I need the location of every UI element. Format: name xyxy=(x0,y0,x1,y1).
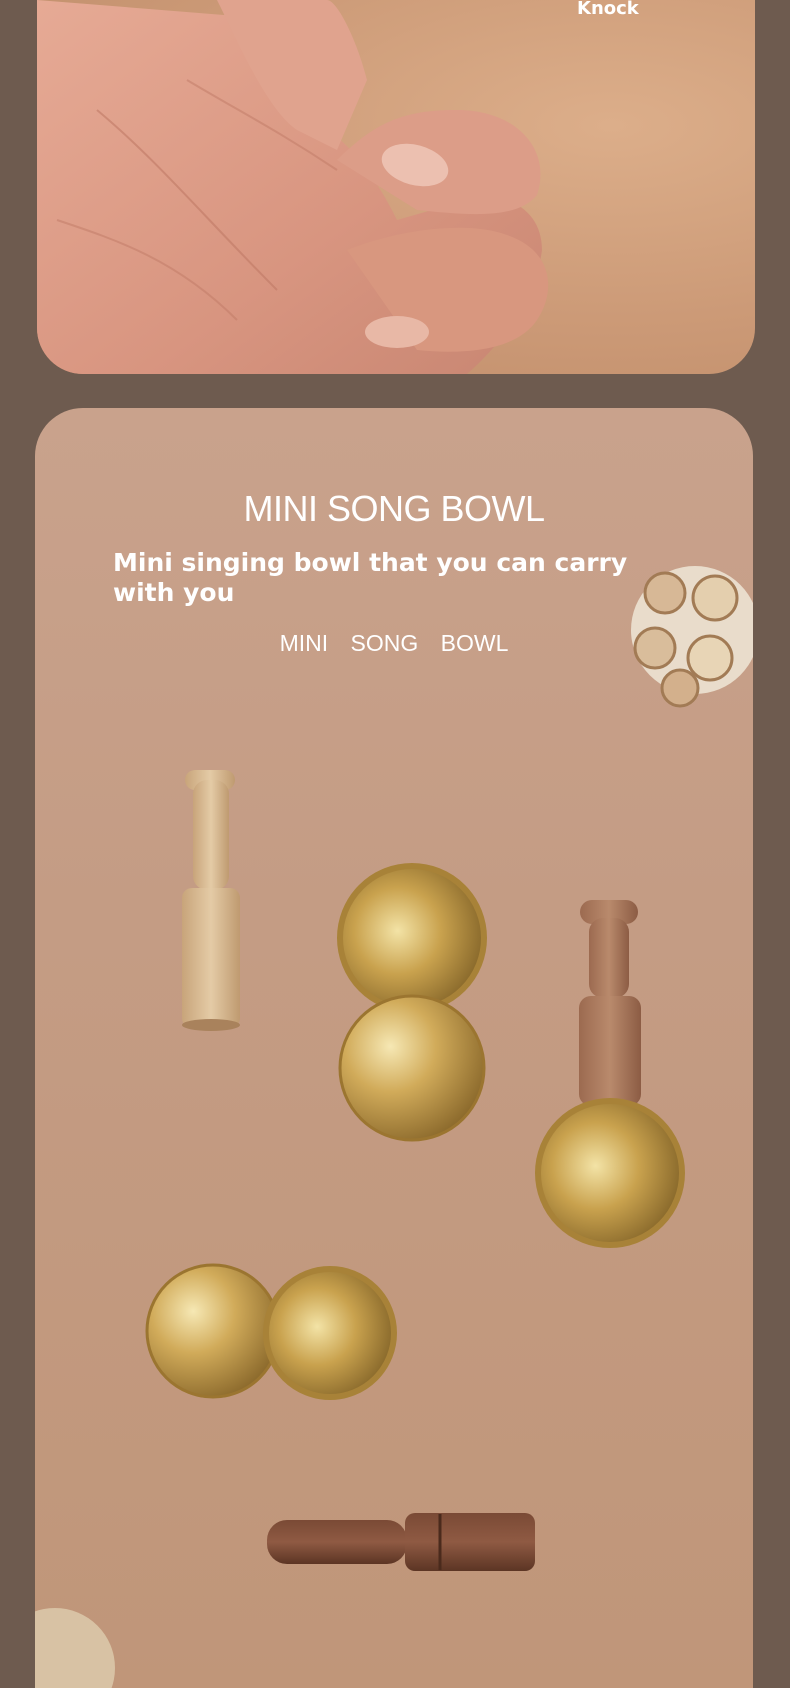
product-photo-panel: MINI SONG BOWL Mini singing bowl that yo… xyxy=(35,408,753,1688)
stone xyxy=(35,1608,115,1688)
product-subtitle: Mini singing bowl that you can carry wit… xyxy=(113,548,628,607)
product-title: MINI SONG BOWL xyxy=(243,488,545,529)
dark-wood-striker-horizontal xyxy=(267,1513,535,1571)
hand-illustration xyxy=(37,0,549,374)
light-wood-striker xyxy=(182,770,240,1031)
product-words: MINI SONG BOWL xyxy=(35,630,753,657)
bowl-pair xyxy=(145,1263,397,1400)
word-song: SONG xyxy=(350,630,419,656)
bowl-right xyxy=(535,1098,685,1248)
stacked-bowls xyxy=(337,863,487,1142)
word-bowl: BOWL xyxy=(440,630,509,656)
knock-label: Knock xyxy=(577,0,639,19)
dark-wood-striker-upright xyxy=(579,900,641,1106)
hand-photo-panel: Knock xyxy=(37,0,755,374)
word-mini: MINI xyxy=(279,630,329,656)
